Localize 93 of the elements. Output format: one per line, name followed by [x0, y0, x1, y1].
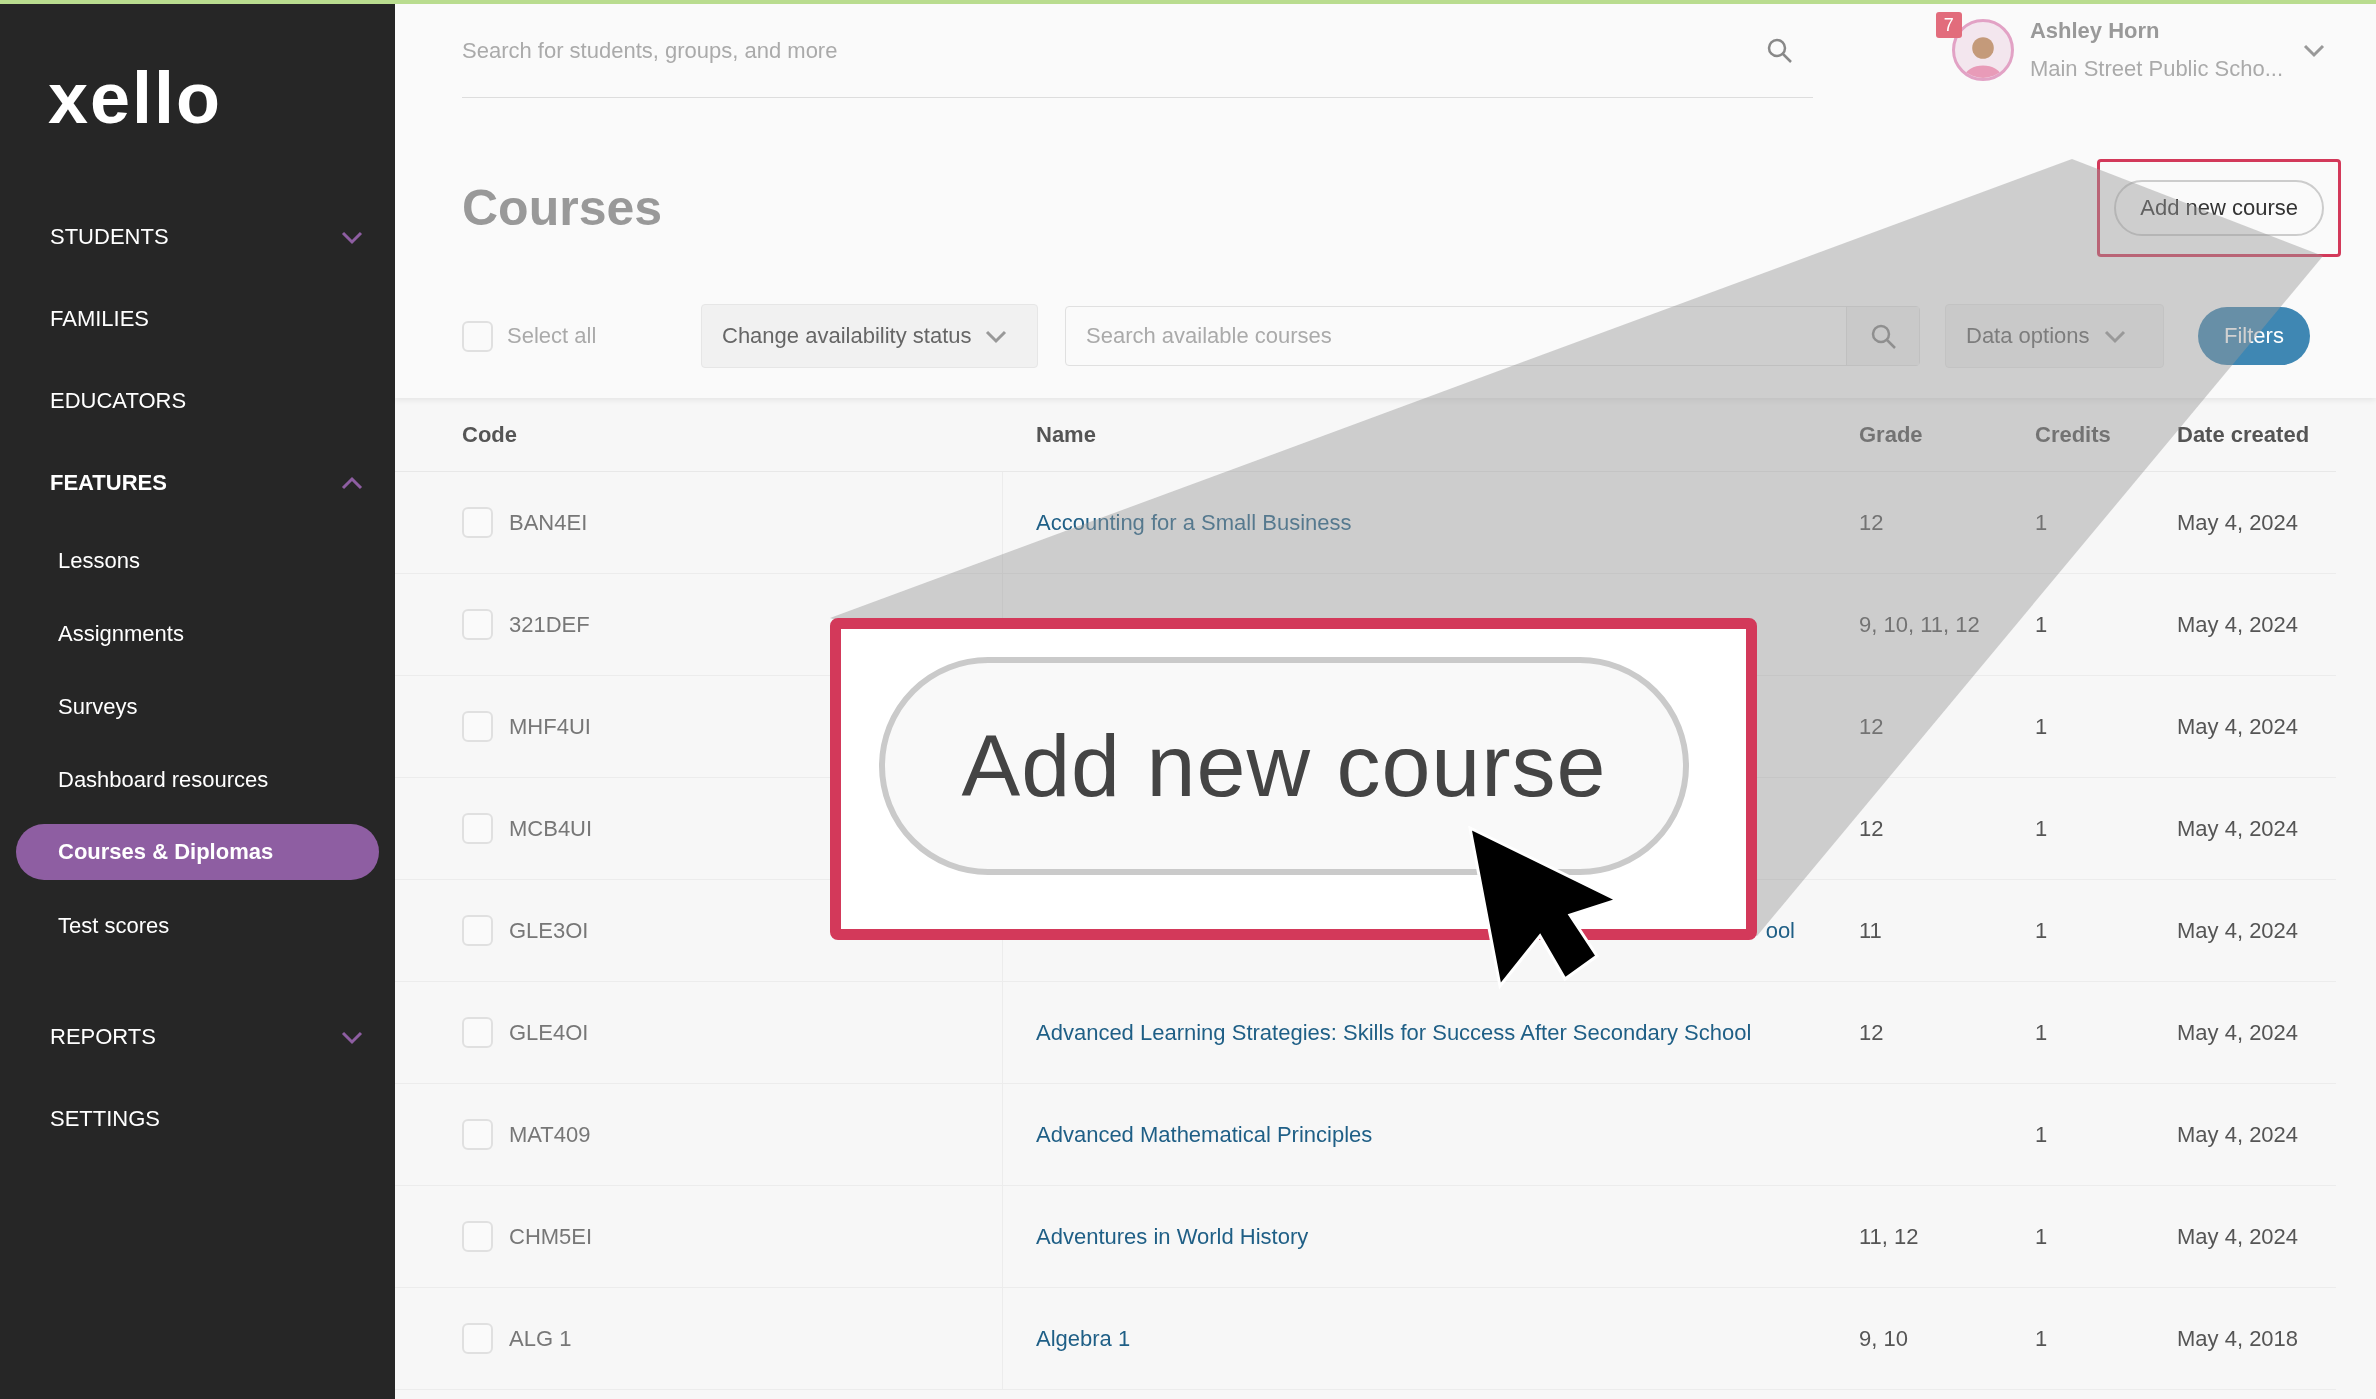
nav-subitem[interactable]: Courses & Diplomas — [16, 824, 379, 880]
grade: 11 — [1859, 917, 1882, 944]
nav-subitem[interactable]: Lessons — [16, 524, 379, 597]
date-created: May 4, 2024 — [2177, 509, 2299, 536]
course-name-link[interactable]: Advanced Learning Strategies: Skills for Success After Secondary School — [1036, 1019, 1752, 1046]
nav-subitem[interactable]: Test scores — [16, 889, 379, 962]
nav-item[interactable]: FAMILIES — [0, 278, 395, 360]
nav-item[interactable]: EDUCATORS — [0, 360, 395, 442]
checkbox[interactable] — [462, 507, 493, 538]
nav-item[interactable]: REPORTS — [0, 996, 395, 1078]
course-code: MHF4UI — [509, 713, 591, 740]
notification-badge: 7 — [1935, 12, 1962, 38]
grade: 12 — [1859, 713, 1884, 740]
search-icon — [1766, 37, 1793, 64]
date-created: May 4, 2024 — [2177, 611, 2299, 638]
credits: 1 — [2035, 713, 2048, 740]
grade: 9, 10 — [1859, 1325, 1908, 1352]
column-header: Code — [461, 420, 518, 449]
course-code: ALG 1 — [509, 1325, 572, 1352]
checkbox[interactable] — [462, 813, 493, 844]
date-created: May 4, 2024 — [2177, 815, 2299, 842]
course-code: CHM5EI — [509, 1223, 593, 1250]
checkbox[interactable] — [462, 320, 493, 352]
chevron-down-icon — [341, 229, 363, 245]
course-name-link[interactable]: Advanced Mathematical Principles — [1036, 1121, 1373, 1148]
checkbox[interactable] — [462, 711, 493, 742]
nav-item[interactable]: SETTINGS — [0, 1078, 395, 1160]
credits: 1 — [2035, 815, 2048, 842]
grade: 9, 10, 11, 12 — [1859, 611, 1980, 638]
grade: 12 — [1859, 1019, 1884, 1046]
nav-label: STUDENTS — [50, 224, 169, 250]
nav-subitem[interactable]: Dashboard resources — [16, 743, 379, 816]
checkbox[interactable] — [462, 609, 493, 640]
nav-subitem[interactable]: Surveys — [16, 670, 379, 743]
credits: 1 — [2035, 1325, 2048, 1352]
chevron-down-icon — [2303, 42, 2325, 58]
course-name-link[interactable]: Adventures in World History — [1036, 1223, 1309, 1250]
course-code: BAN4EI — [509, 509, 588, 536]
credits: 1 — [2035, 1019, 2048, 1046]
logo: xello — [48, 58, 223, 138]
checkbox[interactable] — [462, 1323, 493, 1354]
credits: 1 — [2035, 1223, 2048, 1250]
credits: 1 — [2035, 917, 2048, 944]
grade: 12 — [1859, 509, 1884, 536]
course-name-link[interactable]: Algebra 1 — [1036, 1325, 1131, 1352]
checkbox[interactable] — [462, 1119, 493, 1150]
credits: 1 — [2035, 1121, 2048, 1148]
course-code: GLE4OI — [509, 1019, 589, 1046]
column-header: Date created — [2177, 420, 2311, 449]
chevron-down-icon — [2103, 328, 2126, 344]
checkbox[interactable] — [462, 915, 493, 946]
chevron-down-icon — [341, 1029, 363, 1045]
nav-item[interactable]: STUDENTS — [0, 196, 395, 278]
nav-label: SETTINGS — [50, 1106, 160, 1132]
date-created: May 4, 2024 — [2177, 1223, 2299, 1250]
nav-label: FEATURES — [50, 470, 167, 496]
column-header: Grade — [1859, 420, 1924, 449]
school-name: Main Street Public Scho... — [2029, 56, 2283, 82]
grade: 11, 12 — [1859, 1223, 1919, 1250]
course-code: 321DEF — [509, 611, 590, 638]
credits: 1 — [2035, 509, 2048, 536]
grade: 12 — [1859, 815, 1884, 842]
date-created: May 4, 2024 — [2177, 713, 2299, 740]
column-header: Credits — [2035, 420, 2112, 449]
checkbox[interactable] — [462, 1221, 493, 1252]
select-all-label: Select all — [507, 323, 597, 349]
search-button[interactable] — [1846, 307, 1919, 365]
nav-item[interactable]: FEATURES — [0, 442, 395, 524]
search-icon — [1869, 322, 1897, 350]
date-created: May 4, 2024 — [2177, 1019, 2299, 1046]
add-course-button[interactable]: Add new course — [2114, 180, 2324, 236]
search-placeholder: Search available courses — [1085, 323, 1332, 349]
add-course-button-enlarged: Add new course — [879, 657, 1689, 875]
nav-label: REPORTS — [50, 1024, 156, 1050]
user-name: Ashley Horn — [2029, 18, 2161, 44]
nav-label: EDUCATORS — [50, 388, 187, 414]
date-created: May 4, 2018 — [2177, 1325, 2299, 1352]
chevron-down-icon — [985, 328, 1008, 344]
date-created: May 4, 2024 — [2177, 1121, 2299, 1148]
chevron-up-icon — [341, 475, 363, 491]
nav-subitem[interactable]: Assignments — [16, 597, 379, 670]
column-header: Name — [1035, 420, 1097, 449]
date-created: May 4, 2024 — [2177, 917, 2299, 944]
availability-dropdown[interactable]: Change availability status — [701, 304, 1038, 368]
course-code: GLE3OI — [509, 917, 589, 944]
course-code: MAT409 — [509, 1121, 591, 1148]
checkbox[interactable] — [462, 1017, 493, 1048]
search-placeholder: Search for students, groups, and more — [462, 37, 838, 64]
course-name-link[interactable]: ool — [1765, 917, 1795, 944]
course-code: MCB4UI — [509, 815, 593, 842]
credits: 1 — [2035, 611, 2048, 638]
page-title: Courses — [462, 179, 663, 237]
nav-label: FAMILIES — [50, 306, 150, 332]
